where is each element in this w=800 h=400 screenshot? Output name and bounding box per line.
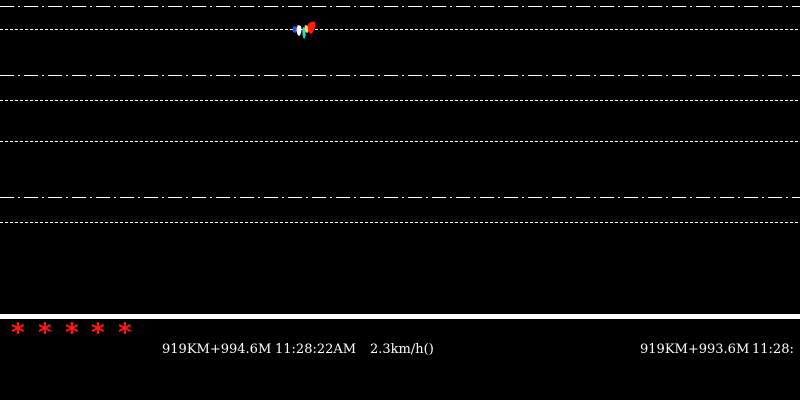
train-position-marker[interactable] bbox=[292, 21, 316, 39]
track-view bbox=[0, 0, 800, 314]
track-monitor-screen: * * * * * 919KM+994.6M 11:28:22AM 2.3km/… bbox=[0, 0, 800, 400]
position-readout: 919KM+994.6M bbox=[162, 342, 272, 357]
alarm-indicator: * bbox=[64, 318, 80, 348]
marker-red-segment bbox=[307, 21, 316, 34]
alarm-indicator: * bbox=[10, 318, 26, 348]
time-readout: 11:28: bbox=[752, 342, 794, 357]
position-readout: 919KM+993.6M bbox=[640, 342, 750, 357]
track-lines-canvas bbox=[0, 6, 800, 223]
alarm-indicator: * bbox=[37, 318, 53, 348]
status-panel: * * * * * 919KM+994.6M 11:28:22AM 2.3km/… bbox=[0, 319, 800, 400]
alarm-indicator: * bbox=[117, 318, 133, 348]
alarm-indicator: * bbox=[90, 318, 106, 348]
speed-readout: 2.3km/h() bbox=[370, 342, 434, 357]
marker-white-segment bbox=[296, 25, 302, 36]
time-readout: 11:28:22AM bbox=[275, 342, 357, 357]
